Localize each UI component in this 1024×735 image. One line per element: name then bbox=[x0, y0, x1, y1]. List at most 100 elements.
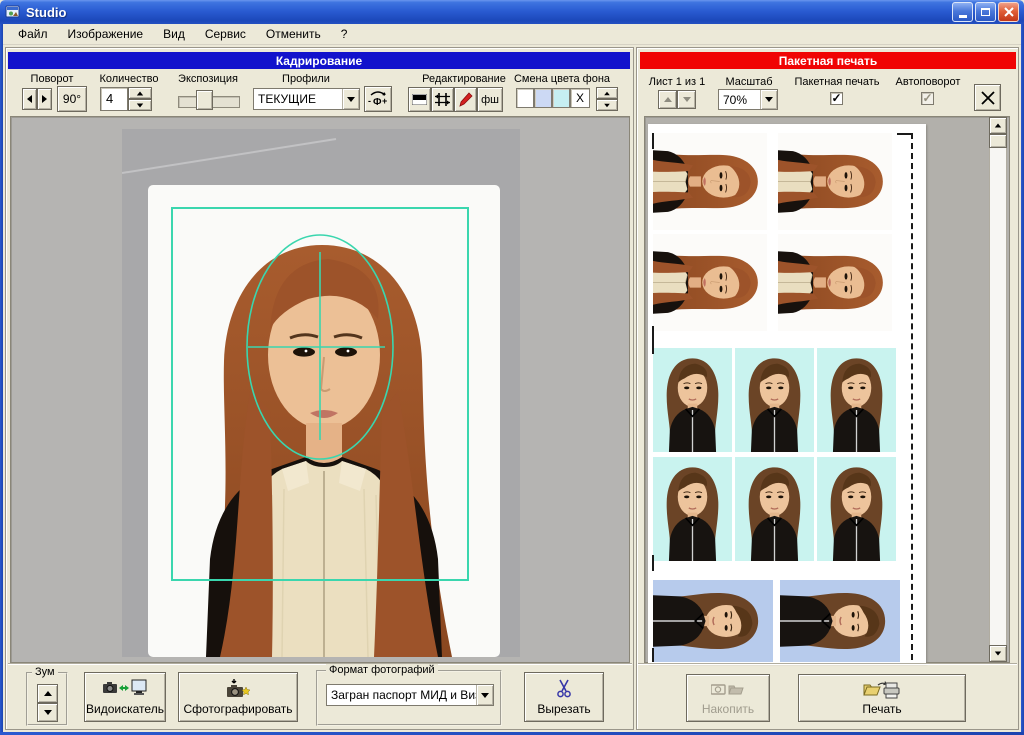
batch-print-checkbox[interactable]: ✓ bbox=[830, 92, 843, 105]
svg-text:Ф: Ф bbox=[373, 97, 382, 108]
bg-swatch-lavender[interactable] bbox=[534, 88, 552, 108]
preview-photo bbox=[653, 457, 732, 561]
preview-photo bbox=[780, 580, 900, 662]
viewfinder-button-label: Видоискатель bbox=[86, 702, 164, 716]
profiles-value: ТЕКУЩИЕ bbox=[254, 92, 342, 106]
editing-label: Редактирование bbox=[420, 73, 508, 86]
cut-mark bbox=[652, 340, 654, 354]
title-bar[interactable]: Studio bbox=[0, 0, 1024, 24]
right-bottom-divider bbox=[638, 663, 1017, 665]
spin-down-icon bbox=[44, 710, 52, 715]
format-dropdown-button[interactable] bbox=[476, 685, 493, 705]
rotate-right-button[interactable] bbox=[37, 88, 52, 110]
left-bottom-divider bbox=[8, 663, 632, 665]
preview-photo bbox=[778, 234, 892, 331]
bg-spin-up-button[interactable] bbox=[596, 87, 618, 99]
bg-spin-down-button[interactable] bbox=[596, 99, 618, 111]
bg-swatch-white[interactable] bbox=[516, 88, 534, 108]
photo-preview[interactable] bbox=[122, 129, 520, 657]
zoom-in-button[interactable] bbox=[37, 684, 58, 703]
edit-sliders-button[interactable] bbox=[431, 87, 454, 112]
rotate-left-button[interactable] bbox=[22, 88, 37, 110]
close-icon bbox=[1004, 7, 1014, 17]
close-button[interactable] bbox=[998, 2, 1019, 22]
print-panel-close-button[interactable] bbox=[974, 84, 1001, 111]
sheet-label: Лист 1 из 1 bbox=[646, 76, 708, 89]
quantity-down-button[interactable] bbox=[128, 99, 152, 111]
folder-printer-icon bbox=[863, 681, 901, 699]
preview-photo bbox=[653, 580, 773, 662]
minimize-icon bbox=[959, 15, 967, 18]
accumulate-button[interactable]: Накопить bbox=[686, 674, 770, 722]
scrollbar-thumb[interactable] bbox=[989, 134, 1007, 148]
preview-photo bbox=[653, 133, 767, 230]
preview-photo bbox=[778, 133, 892, 230]
edit-levels-button[interactable] bbox=[408, 87, 431, 112]
exposure-slider-thumb[interactable] bbox=[196, 90, 213, 110]
zoom-out-button[interactable] bbox=[37, 703, 58, 722]
format-label: Формат фотографий bbox=[326, 664, 438, 676]
scale-combobox[interactable]: 70% bbox=[718, 89, 778, 110]
preview-photo bbox=[817, 348, 896, 452]
maximize-button[interactable] bbox=[975, 2, 996, 22]
camera-capture-icon bbox=[225, 679, 251, 699]
app-icon bbox=[5, 4, 21, 20]
exposure-label: Экспозиция bbox=[176, 73, 240, 86]
restore-icon bbox=[981, 8, 990, 16]
scale-value: 70% bbox=[719, 93, 760, 107]
profiles-dropdown-button[interactable] bbox=[342, 89, 359, 109]
bg-swatch-cyan[interactable] bbox=[552, 88, 570, 108]
minimize-button[interactable] bbox=[952, 2, 973, 22]
cut-button[interactable]: Вырезать bbox=[524, 672, 604, 722]
arrow-right-icon bbox=[42, 95, 47, 103]
quantity-up-button[interactable] bbox=[128, 87, 152, 99]
profiles-adjust-button[interactable]: - Ф + bbox=[364, 86, 392, 112]
preview-photo bbox=[653, 234, 767, 331]
format-value: Загран паспорт МИД и Визы bbox=[327, 688, 476, 702]
autorotate-label: Автоповорот bbox=[892, 76, 964, 89]
cut-button-label: Вырезать bbox=[537, 702, 590, 716]
scroll-up-button[interactable] bbox=[989, 117, 1007, 134]
preview-photo bbox=[817, 457, 896, 561]
print-button[interactable]: Печать bbox=[798, 674, 966, 722]
menu-service[interactable]: Сервис bbox=[195, 25, 256, 44]
spin-up-icon bbox=[137, 91, 143, 95]
edit-photoshop-button[interactable]: фш bbox=[477, 87, 503, 112]
sheet-prev-button[interactable] bbox=[658, 90, 677, 109]
viewfinder-button[interactable]: Видоискатель bbox=[84, 672, 166, 722]
menu-file[interactable]: Файл bbox=[8, 25, 58, 44]
close-x-icon bbox=[981, 91, 995, 105]
scissors-icon bbox=[556, 679, 572, 698]
menu-image[interactable]: Изображение bbox=[58, 25, 154, 44]
menu-bar: Файл Изображение Вид Сервис Отменить ? bbox=[3, 24, 1021, 45]
format-combobox[interactable]: Загран паспорт МИД и Визы bbox=[326, 684, 494, 706]
studio-window: Studio Файл Изображение Вид Сервис Отмен… bbox=[0, 0, 1024, 735]
scroll-down-button[interactable] bbox=[989, 645, 1007, 662]
profiles-combobox[interactable]: ТЕКУЩИЕ bbox=[253, 88, 360, 110]
scale-dropdown-button[interactable] bbox=[760, 90, 777, 109]
sheet-next-button[interactable] bbox=[677, 90, 696, 109]
profiles-label: Профили bbox=[280, 73, 332, 86]
edit-pen-button[interactable] bbox=[454, 87, 477, 112]
bg-clear-button[interactable]: X bbox=[570, 88, 590, 108]
rotate-label: Поворот bbox=[20, 73, 84, 86]
menu-view[interactable]: Вид bbox=[153, 25, 195, 44]
preview-scrollbar[interactable] bbox=[989, 117, 1007, 662]
quantity-field[interactable]: 4 bbox=[100, 87, 128, 111]
print-panel-header: Пакетная печать bbox=[640, 52, 1016, 69]
menu-undo[interactable]: Отменить bbox=[256, 25, 331, 44]
scale-label: Масштаб bbox=[722, 76, 776, 89]
capture-button[interactable]: Сфотографировать bbox=[178, 672, 298, 722]
cut-mark bbox=[652, 133, 654, 149]
equalizer-sliders-icon bbox=[435, 93, 450, 106]
rotate-90-button[interactable]: 90° bbox=[57, 86, 87, 112]
black-white-bar-icon bbox=[412, 94, 427, 105]
spin-down-icon bbox=[137, 103, 143, 107]
autorotate-checkbox[interactable]: ✓ bbox=[921, 92, 934, 105]
window-border-left bbox=[0, 24, 3, 735]
cut-line bbox=[911, 133, 913, 660]
menu-help[interactable]: ? bbox=[331, 25, 358, 44]
capture-button-label: Сфотографировать bbox=[183, 702, 292, 716]
scroll-down-icon bbox=[995, 652, 1001, 656]
arrow-left-icon bbox=[27, 95, 32, 103]
